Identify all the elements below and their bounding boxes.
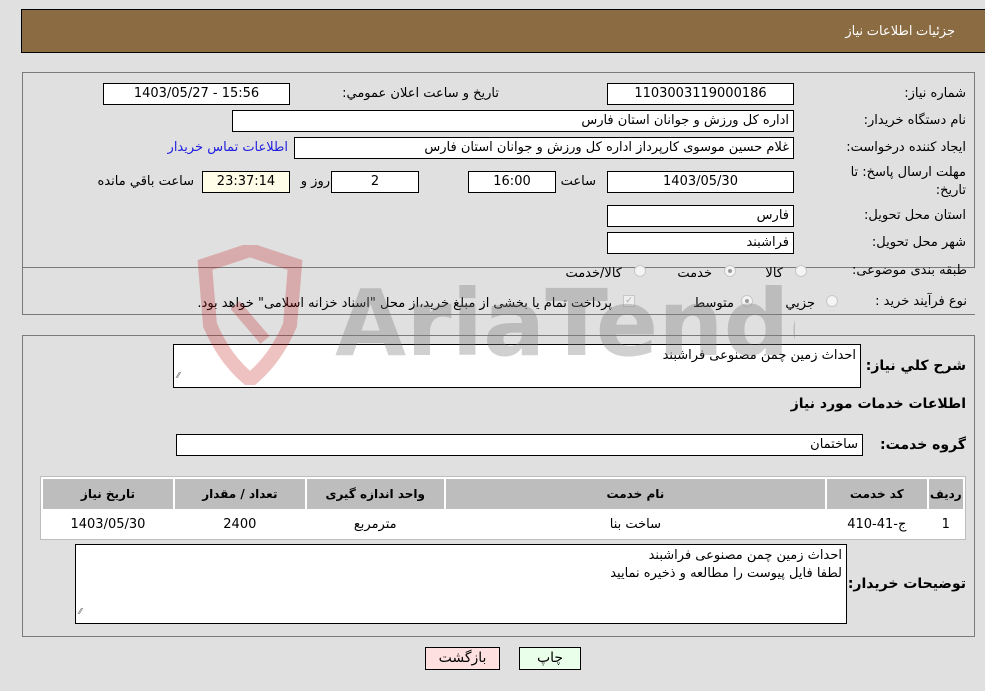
need-number-field: 1103003119000186 <box>607 83 794 105</box>
cell-service-name: ساخت بنا <box>445 511 826 537</box>
back-button[interactable]: بازگشت <box>425 647 500 670</box>
services-table: ردیف کد خدمت نام خدمت واحد اندازه گیری ت… <box>40 476 966 540</box>
process-radio-medium[interactable] <box>741 295 753 307</box>
process-label: نوع فرآیند خرید : <box>875 294 967 309</box>
remaining-time-field: 23:37:14 <box>202 171 290 193</box>
category-label: طبقه بندی موضوعی: <box>851 263 967 278</box>
buyer-contact-link[interactable]: اطلاعات تماس خریدار <box>168 140 288 155</box>
col-header-row-number: ردیف <box>928 479 963 509</box>
category-option-goods-service: کالا/خدمت <box>565 266 622 281</box>
print-button[interactable]: چاپ <box>519 647 581 670</box>
city-label: شهر محل تحویل: <box>871 235 966 250</box>
category-radio-goods[interactable] <box>795 265 807 277</box>
announce-datetime-field: 1403/05/27 - 15:56 <box>103 83 290 105</box>
process-radio-minor[interactable] <box>826 295 838 307</box>
province-label: استان محل تحویل: <box>864 208 966 223</box>
deadline-time-label: ساعت <box>560 174 596 189</box>
services-panel: شرح کلي نیاز: احداث زمین چمن مصنوعی فراش… <box>22 335 975 637</box>
buyer-notes-line-2: لطفا فایل پیوست را مطالعه و ذخیره نمایید <box>610 566 842 581</box>
deadline-label: مهلت ارسال پاسخ: تا <box>850 165 966 180</box>
col-header-unit: واحد اندازه گیری <box>306 479 444 509</box>
panel1-left-border <box>22 72 23 315</box>
announce-label: تاریخ و ساعت اعلان عمومي: <box>342 86 499 101</box>
cell-need-date: 1403/05/30 <box>43 511 173 537</box>
deadline-date-field: 1403/05/30 <box>607 171 794 193</box>
remaining-days-field: 2 <box>331 171 419 193</box>
creator-label: ایجاد کننده درخواست: <box>846 140 966 155</box>
payment-checkbox[interactable]: ✓ <box>623 295 635 307</box>
col-header-need-date: تاریخ نیاز <box>43 479 173 509</box>
col-header-quantity: تعداد / مقدار <box>174 479 305 509</box>
service-group-field: ساختمان <box>176 434 863 456</box>
cell-unit: مترمربع <box>306 511 444 537</box>
city-field: فراشبند <box>607 232 794 254</box>
deadline-time-field: 16:00 <box>468 171 556 193</box>
services-section-title: اطلاعات خدمات مورد نیاز <box>790 396 966 412</box>
category-radio-goods-service[interactable] <box>634 265 646 277</box>
remaining-label: ساعت باقي مانده <box>97 174 194 189</box>
cell-quantity: 2400 <box>174 511 305 537</box>
days-label: روز و <box>300 174 330 189</box>
category-radio-service[interactable] <box>724 265 736 277</box>
creator-field: غلام حسین موسوی کارپرداز اداره کل ورزش و… <box>294 137 794 159</box>
province-field: فارس <box>607 205 794 227</box>
process-option-medium: متوسط <box>693 296 734 311</box>
buyer-org-field: اداره کل ورزش و جوانان استان فارس <box>232 110 794 132</box>
process-option-minor: جزيي <box>785 296 815 311</box>
description-text: احداث زمین چمن مصنوعی فراشبند <box>662 348 856 363</box>
resize-grip-icon[interactable]: ⁄⁄ <box>177 367 180 385</box>
buyer-notes-textarea[interactable]: احداث زمین چمن مصنوعی فراشبند لطفا فایل … <box>75 544 847 624</box>
resize-grip-icon[interactable]: ⁄⁄ <box>79 603 82 621</box>
panel1-divider <box>22 314 975 315</box>
buyer-org-label: نام دستگاه خریدار: <box>863 113 966 128</box>
buyer-notes-label: توضیحات خریدار: <box>847 576 966 592</box>
table-header-row: ردیف کد خدمت نام خدمت واحد اندازه گیری ت… <box>43 479 963 509</box>
cell-service-code: ج-41-410 <box>827 511 927 537</box>
description-label: شرح کلي نیاز: <box>865 358 966 374</box>
page-header: جزئیات اطلاعات نیاز <box>21 9 985 53</box>
cell-row-number: 1 <box>928 511 963 537</box>
table-row: 1 ج-41-410 ساخت بنا مترمربع 2400 1403/05… <box>43 511 963 537</box>
category-option-goods: کالا <box>765 266 783 281</box>
description-textarea[interactable]: احداث زمین چمن مصنوعی فراشبند ⁄⁄ <box>173 344 861 388</box>
col-header-service-name: نام خدمت <box>445 479 826 509</box>
page-title: جزئیات اطلاعات نیاز <box>845 23 955 38</box>
deadline-label-date: تاریخ: <box>935 183 966 198</box>
col-header-service-code: کد خدمت <box>827 479 927 509</box>
need-details-panel: شماره نیاز: 1103003119000186 تاریخ و ساع… <box>22 72 975 268</box>
need-number-label: شماره نیاز: <box>904 86 966 101</box>
buyer-notes-line-1: احداث زمین چمن مصنوعی فراشبند <box>648 548 842 563</box>
payment-note: پرداخت تمام یا بخشی از مبلغ خرید،از محل … <box>197 296 612 311</box>
category-option-service: خدمت <box>677 266 712 281</box>
service-group-label: گروه خدمت: <box>880 437 966 453</box>
